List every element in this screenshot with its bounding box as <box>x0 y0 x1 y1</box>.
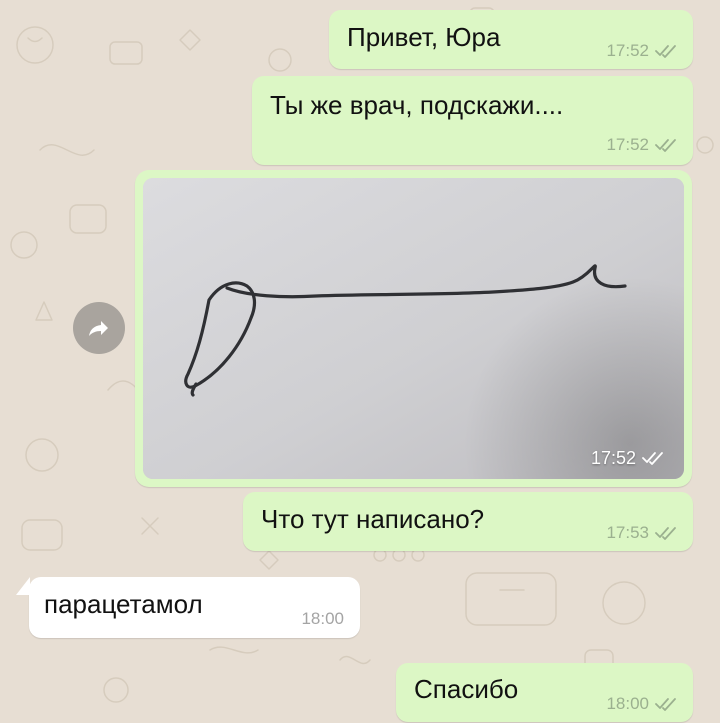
message-meta: 17:53 <box>606 524 679 541</box>
message-time: 17:53 <box>606 523 649 542</box>
chat-window: Привет, Юра 17:52 Ты же врач, подскажи..… <box>0 0 720 723</box>
message-bubble-question[interactable]: Ты же врач, подскажи.... 17:52 <box>252 76 693 165</box>
double-check-icon <box>655 138 676 152</box>
photo-message-bubble[interactable]: 17:52 <box>135 170 692 487</box>
message-text: Ты же врач, подскажи.... <box>270 90 564 120</box>
forward-button[interactable] <box>73 302 125 354</box>
message-bubble-what-written[interactable]: Что тут написано? 17:53 <box>243 492 693 551</box>
message-time: 17:52 <box>606 135 649 154</box>
photo-meta: 17:52 <box>591 449 666 467</box>
double-check-icon <box>655 697 676 711</box>
message-bubble-greeting[interactable]: Привет, Юра 17:52 <box>329 10 693 69</box>
message-text: Что тут написано? <box>261 504 485 534</box>
message-bubble-thanks[interactable]: Спасибо 18:00 <box>396 663 693 722</box>
message-meta: 17:52 <box>606 42 679 59</box>
forward-arrow-icon <box>89 321 108 336</box>
message-time: 18:00 <box>606 694 649 713</box>
message-text: Привет, Юра <box>347 22 501 52</box>
message-meta: 17:52 <box>606 136 679 153</box>
message-text: Спасибо <box>414 674 519 704</box>
message-time: 17:52 <box>606 41 649 60</box>
double-check-icon <box>655 44 676 58</box>
message-text: парацетамол <box>44 589 203 619</box>
message-bubble-paracetamol[interactable]: парацетамол 18:00 <box>16 577 360 638</box>
photo-shadow <box>143 178 684 479</box>
message-meta: 18:00 <box>606 695 679 712</box>
double-check-icon <box>655 526 676 540</box>
message-time: 18:00 <box>301 609 344 628</box>
double-check-icon <box>642 452 663 465</box>
handwritten-photo[interactable]: 17:52 <box>143 178 684 479</box>
photo-time: 17:52 <box>590 448 636 468</box>
message-meta: 18:00 <box>301 610 344 627</box>
